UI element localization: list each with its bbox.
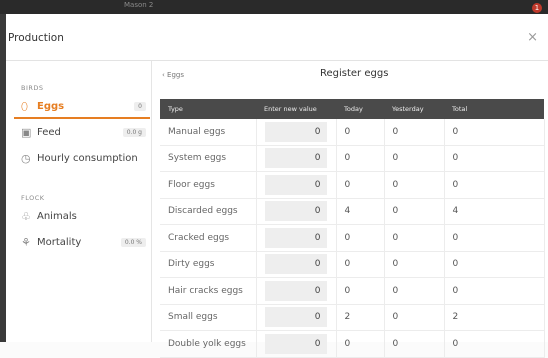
column-header-yesterday: Yesterday <box>384 99 444 119</box>
table-row: Cracked eggs 0 0 0 0 <box>160 224 545 252</box>
cell-yesterday: 0 <box>384 145 445 172</box>
cell-type: Small eggs <box>160 304 257 331</box>
window-title: Mason 2 <box>124 1 154 9</box>
cell-yesterday: 0 <box>384 171 445 199</box>
cell-total: 0 <box>444 145 545 172</box>
table-row: Small eggs 0 2 0 2 <box>160 304 545 331</box>
cell-type: Double yolk eggs <box>160 330 257 358</box>
back-link[interactable]: ‹ Eggs <box>162 71 184 79</box>
eggs-table: Type Enter new value Today Yesterday Tot… <box>160 99 545 358</box>
sidebar-item-mortality[interactable]: ⚘ Mortality 0.0 % <box>14 233 150 253</box>
cell-total: 2 <box>444 304 545 331</box>
column-header-today: Today <box>336 99 384 119</box>
table-row: Floor eggs 0 0 0 0 <box>160 171 545 199</box>
cell-type: Hair cracks eggs <box>160 277 257 305</box>
section-label-birds: BIRDS <box>21 84 44 92</box>
value-input[interactable]: 0 <box>264 227 327 248</box>
sidebar-item-eggs[interactable]: ⬯ Eggs 0 <box>14 97 150 119</box>
cell-today: 0 <box>336 251 385 278</box>
sidebar-item-label: Eggs <box>37 101 65 112</box>
value-input[interactable]: 0 <box>264 148 327 169</box>
cell-type: Cracked eggs <box>160 224 257 252</box>
cell-today: 4 <box>336 198 385 225</box>
mortality-icon: ⚘ <box>21 236 31 249</box>
table-row: Discarded eggs 0 4 0 4 <box>160 198 545 225</box>
notification-badge[interactable]: 1 <box>532 3 542 13</box>
cell-type: Floor eggs <box>160 171 257 199</box>
value-input[interactable]: 0 <box>264 254 327 275</box>
sidebar-item-label: Animals <box>37 211 77 222</box>
table-row: Double yolk eggs 0 0 0 0 <box>160 330 545 358</box>
value-input[interactable]: 0 <box>264 174 327 195</box>
cell-today: 0 <box>336 171 385 199</box>
sidebar-item-label: Mortality <box>37 237 82 248</box>
sidebar-item-feed[interactable]: ▣ Feed 0.0 g <box>14 123 150 143</box>
value-input[interactable]: 0 <box>264 121 327 142</box>
column-header-new-value: Enter new value <box>256 99 336 119</box>
clock-icon: ◷ <box>21 152 31 165</box>
cell-today: 0 <box>336 277 385 305</box>
cell-yesterday: 0 <box>384 304 445 331</box>
sidebar-item-animals[interactable]: ♧ Animals <box>14 207 150 227</box>
cell-type: System eggs <box>160 145 257 172</box>
cell-type: Dirty eggs <box>160 251 257 278</box>
sidebar-item-badge: 0.0 % <box>120 238 146 247</box>
close-icon[interactable]: × <box>527 30 538 45</box>
cell-type: Manual eggs <box>160 119 257 146</box>
sidebar-item-label: Feed <box>37 127 61 138</box>
main-panel: ‹ Eggs Register eggs Type Enter new valu… <box>152 61 548 358</box>
cell-yesterday: 0 <box>384 251 445 278</box>
cell-total: 4 <box>444 198 545 225</box>
table-row: Manual eggs 0 0 0 0 <box>160 119 545 146</box>
cell-type: Discarded eggs <box>160 198 257 225</box>
table-row: System eggs 0 0 0 0 <box>160 145 545 172</box>
cell-total: 0 <box>444 119 545 146</box>
table-row: Dirty eggs 0 0 0 0 <box>160 251 545 278</box>
column-header-type: Type <box>160 99 256 119</box>
sidebar-item-label: Hourly consumption <box>37 153 138 164</box>
value-input[interactable]: 0 <box>264 280 327 301</box>
cell-yesterday: 0 <box>384 330 445 358</box>
cell-total: 0 <box>444 277 545 305</box>
cell-yesterday: 0 <box>384 277 445 305</box>
back-label: Eggs <box>167 71 185 79</box>
cell-yesterday: 0 <box>384 224 445 252</box>
page-title: Register eggs <box>320 68 389 79</box>
sidebar-item-badge: 0.0 g <box>122 128 146 137</box>
cell-total: 0 <box>444 251 545 278</box>
cell-total: 0 <box>444 171 545 199</box>
app-topbar: Mason 2 1 <box>0 0 548 14</box>
cell-yesterday: 0 <box>384 198 445 225</box>
table-row: Hair cracks eggs 0 0 0 0 <box>160 277 545 305</box>
sidebar: BIRDS ⬯ Eggs 0 ▣ Feed 0.0 g ◷ Hourly con… <box>6 61 152 342</box>
modal-header: Production × <box>6 14 548 61</box>
production-modal: Production × BIRDS ⬯ Eggs 0 ▣ Feed 0.0 g… <box>6 14 548 358</box>
cell-today: 0 <box>336 145 385 172</box>
section-label-flock: FLOCK <box>21 194 45 202</box>
cell-today: 0 <box>336 330 385 358</box>
table-header-row: Type Enter new value Today Yesterday Tot… <box>160 99 544 119</box>
cell-today: 0 <box>336 224 385 252</box>
sidebar-item-hourly-consumption[interactable]: ◷ Hourly consumption <box>14 149 150 169</box>
value-input[interactable]: 0 <box>264 307 327 328</box>
egg-icon: ⬯ <box>21 100 28 113</box>
cell-total: 0 <box>444 330 545 358</box>
chevron-left-icon: ‹ <box>162 71 165 79</box>
cell-yesterday: 0 <box>384 119 445 146</box>
cell-today: 0 <box>336 119 385 146</box>
cell-today: 2 <box>336 304 385 331</box>
sidebar-item-badge: 0 <box>134 102 146 111</box>
bird-icon: ♧ <box>21 210 31 223</box>
value-input[interactable]: 0 <box>264 333 327 354</box>
feed-icon: ▣ <box>21 126 32 139</box>
column-header-total: Total <box>444 99 544 119</box>
modal-title: Production <box>8 32 64 44</box>
value-input[interactable]: 0 <box>264 201 327 222</box>
eggs-table-wrap: Type Enter new value Today Yesterday Tot… <box>160 99 545 358</box>
cell-total: 0 <box>444 224 545 252</box>
